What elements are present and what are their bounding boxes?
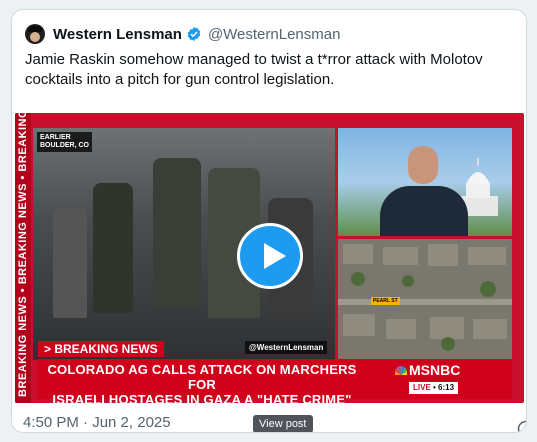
- speaker-head: [408, 146, 438, 184]
- handle[interactable]: @WesternLensman: [208, 26, 341, 43]
- headline-line-1: COLORADO AG CALLS ATTACK ON MARCHERS FOR: [47, 362, 357, 392]
- breaking-news-tag: > BREAKING NEWS: [38, 341, 164, 357]
- display-name[interactable]: Western Lensman: [53, 26, 182, 43]
- earlier-text: EARLIER: [40, 134, 71, 141]
- earlier-label: EARLIER BOULDER, CO: [37, 132, 92, 152]
- location-text: BOULDER, CO: [40, 142, 89, 149]
- aerial-map-graphic: [338, 239, 512, 360]
- side-ticker-text: BREAKING NEWS • BREAKING NEWS • BREAKING…: [17, 113, 29, 397]
- tweet-header: Western Lensman @WesternLensman: [25, 23, 340, 45]
- video-right-bottom-panel: PEARL ST: [338, 239, 512, 360]
- avatar[interactable]: [25, 24, 45, 44]
- watermark: @WesternLensman: [245, 341, 328, 354]
- verified-badge-icon: [187, 27, 201, 41]
- live-badge: LIVE • 6:13: [409, 382, 459, 394]
- network-name: MSNBC: [409, 362, 461, 378]
- info-icon[interactable]: [517, 420, 527, 433]
- tweet-card[interactable]: Western Lensman @WesternLensman Jamie Ra…: [11, 9, 527, 433]
- map-label: PEARL ST: [371, 297, 400, 305]
- speaker-figure: [380, 186, 468, 236]
- video-figure: [53, 208, 87, 318]
- video-figure: [153, 158, 201, 308]
- tweet-text: Jamie Raskin somehow managed to twist a …: [25, 51, 483, 88]
- video-figure: [93, 183, 133, 313]
- peacock-icon: [395, 366, 407, 375]
- live-label: LIVE: [413, 383, 431, 392]
- network-logo: MSNBC: [395, 362, 460, 378]
- view-post-tooltip: View post: [253, 415, 313, 432]
- video-player[interactable]: BREAKING NEWS • BREAKING NEWS • BREAKING…: [15, 113, 524, 403]
- side-ticker: BREAKING NEWS • BREAKING NEWS • BREAKING…: [15, 113, 31, 403]
- headline-line-2: ISRAELI HOSTAGES IN GAZA A "HATE CRIME": [52, 392, 352, 403]
- lower-third-banner: COLORADO AG CALLS ATTACK ON MARCHERS FOR…: [37, 359, 512, 403]
- tweet-timestamp[interactable]: 4:50 PM · Jun 2, 2025: [23, 414, 171, 431]
- live-time: 6:13: [438, 383, 455, 392]
- play-button[interactable]: [237, 223, 303, 289]
- video-right-top-panel: [338, 128, 512, 236]
- headline: COLORADO AG CALLS ATTACK ON MARCHERS FOR…: [37, 362, 367, 403]
